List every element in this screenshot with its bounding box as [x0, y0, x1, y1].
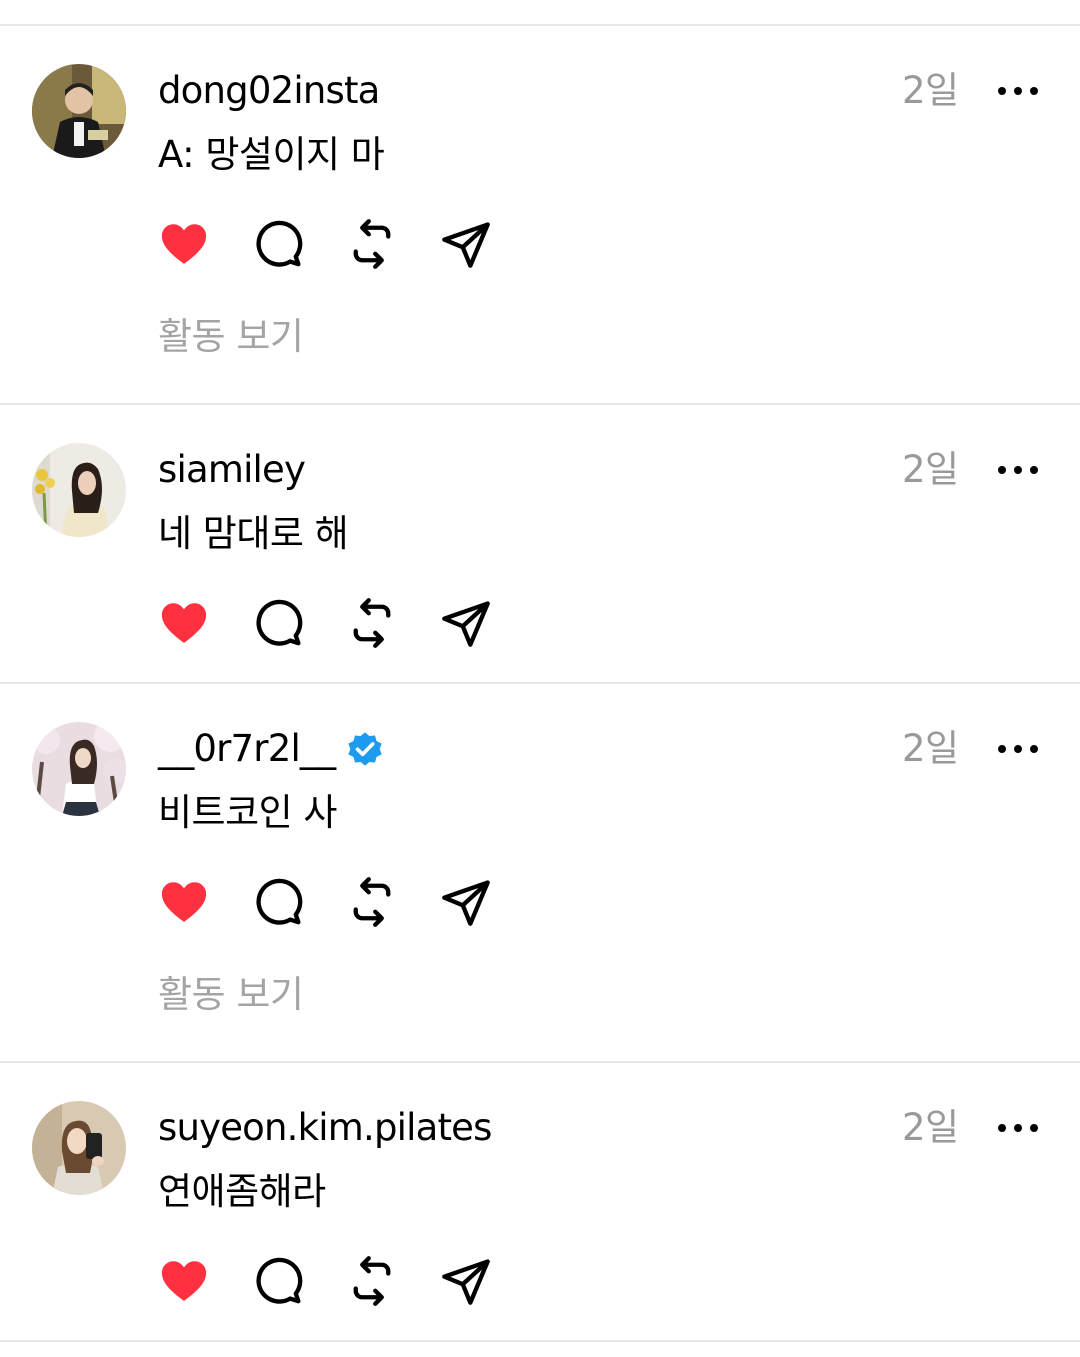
- reply-button[interactable]: [250, 874, 306, 930]
- comment-icon: [256, 1257, 303, 1304]
- share-button[interactable]: [438, 595, 494, 651]
- reply-button[interactable]: [250, 1253, 306, 1309]
- username[interactable]: siamiley: [158, 445, 306, 495]
- post-time: 2일: [902, 69, 959, 112]
- avatar[interactable]: [32, 64, 126, 158]
- repost-icon: [353, 1256, 391, 1306]
- share-button[interactable]: [438, 216, 494, 272]
- repost-icon: [353, 219, 391, 269]
- view-activity-link[interactable]: 활동 보기: [158, 312, 304, 362]
- like-button[interactable]: [156, 595, 212, 651]
- post-time: 2일: [902, 448, 959, 491]
- like-button[interactable]: [156, 874, 212, 930]
- more-dots-icon[interactable]: [994, 737, 1042, 761]
- post[interactable]: dong02insta 2일 A: 망설이지 마 활동 보기: [0, 24, 1080, 404]
- heart-icon: [161, 1261, 207, 1301]
- post[interactable]: __0r7r2l__ 2일 비트코인 사 활동 보기: [0, 682, 1080, 1062]
- like-button[interactable]: [156, 1253, 212, 1309]
- divider: [0, 1340, 1080, 1342]
- username[interactable]: __0r7r2l__: [158, 724, 385, 774]
- repost-button[interactable]: [344, 595, 400, 651]
- reply-button[interactable]: [250, 595, 306, 651]
- repost-button[interactable]: [344, 1253, 400, 1309]
- avatar[interactable]: [32, 1101, 126, 1195]
- repost-icon: [353, 598, 391, 648]
- threads-feed: dong02insta 2일 A: 망설이지 마 활동 보기 siamiley …: [0, 0, 1080, 1357]
- avatar[interactable]: [32, 722, 126, 816]
- action-bar: [156, 874, 532, 930]
- share-button[interactable]: [438, 874, 494, 930]
- username[interactable]: dong02insta: [158, 66, 380, 116]
- comment-icon: [256, 220, 303, 267]
- repost-icon: [353, 877, 391, 927]
- post[interactable]: siamiley 2일 네 맘대로 해: [0, 403, 1080, 683]
- more-dots-icon[interactable]: [994, 79, 1042, 103]
- username[interactable]: suyeon.kim.pilates: [158, 1103, 492, 1153]
- like-button[interactable]: [156, 216, 212, 272]
- post-text: 네 맘대로 해: [158, 512, 349, 555]
- comment-icon: [256, 599, 303, 646]
- more-dots-icon[interactable]: [994, 458, 1042, 482]
- heart-icon: [161, 603, 207, 643]
- avatar[interactable]: [32, 443, 126, 537]
- post-time: 2일: [902, 1106, 959, 1149]
- post-text: A: 망설이지 마: [158, 133, 385, 176]
- comment-icon: [256, 878, 303, 925]
- repost-button[interactable]: [344, 874, 400, 930]
- action-bar: [156, 216, 532, 272]
- more-dots-icon[interactable]: [994, 1116, 1042, 1140]
- action-bar: [156, 595, 532, 651]
- verified-badge-icon: [348, 732, 382, 766]
- send-icon: [442, 601, 490, 647]
- heart-icon: [161, 224, 207, 264]
- post-time: 2일: [902, 727, 959, 770]
- repost-button[interactable]: [344, 216, 400, 272]
- heart-icon: [161, 882, 207, 922]
- reply-button[interactable]: [250, 216, 306, 272]
- view-activity-link[interactable]: 활동 보기: [158, 970, 304, 1020]
- send-icon: [442, 880, 490, 926]
- send-icon: [442, 222, 490, 268]
- action-bar: [156, 1253, 532, 1309]
- post-text: 연애좀해라: [158, 1170, 326, 1213]
- post[interactable]: suyeon.kim.pilates 2일 연애좀해라: [0, 1061, 1080, 1341]
- post-text: 비트코인 사: [158, 791, 337, 834]
- share-button[interactable]: [438, 1253, 494, 1309]
- send-icon: [442, 1259, 490, 1305]
